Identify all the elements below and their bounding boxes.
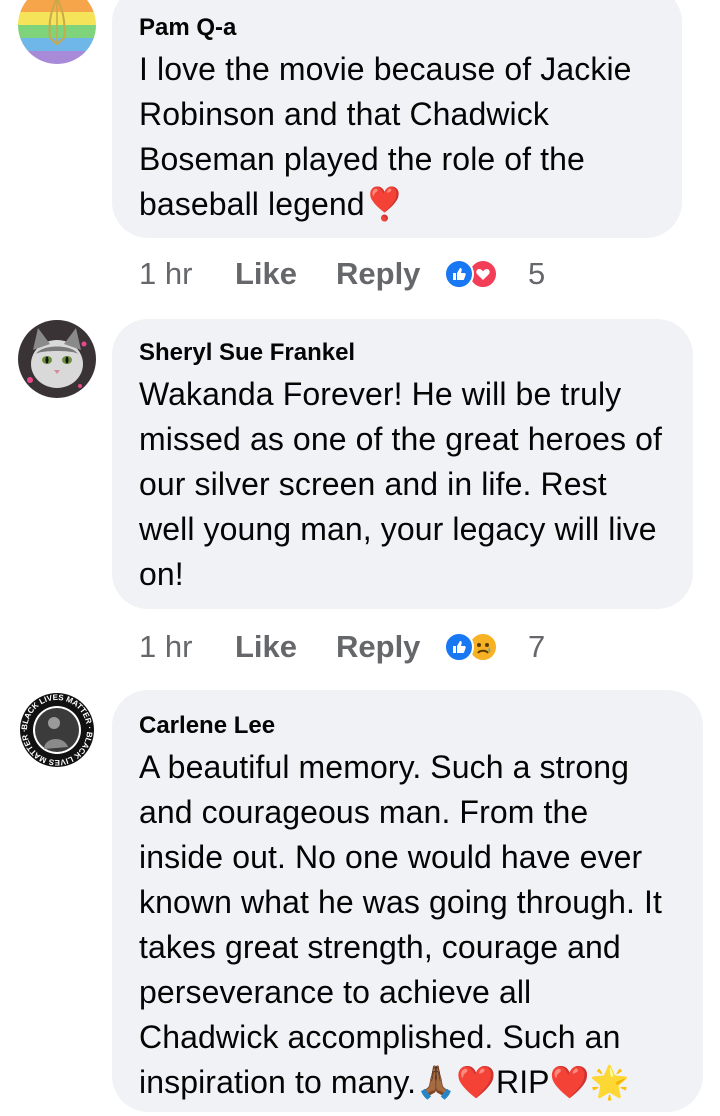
comment-author[interactable]: Carlene Lee: [139, 711, 675, 741]
cat-avatar: [18, 320, 96, 398]
reactions-summary[interactable]: [444, 257, 508, 291]
like-reaction-icon: [444, 259, 474, 289]
like-button[interactable]: Like: [235, 256, 336, 292]
comment-timestamp[interactable]: 1 hr: [139, 256, 235, 292]
comment-actions: 1 hr Like Reply 7: [139, 627, 545, 667]
comment-text: I love the movie because of Jackie Robin…: [139, 51, 632, 222]
comment-bubble: Carlene Lee A beautiful memory. Such a s…: [112, 690, 703, 1112]
avatar[interactable]: [18, 0, 96, 64]
comment-bubble: Sheryl Sue Frankel Wakanda Forever! He w…: [112, 319, 693, 609]
avatar[interactable]: [18, 320, 96, 398]
comment-bubble: Pam Q-a I love the movie because of Jack…: [112, 0, 682, 238]
comment-timestamp[interactable]: 1 hr: [139, 629, 235, 665]
rainbow-praying-hands-avatar: [18, 0, 96, 64]
like-reaction-icon: [444, 632, 474, 662]
comment-actions: 1 hr Like Reply 5: [139, 254, 545, 294]
reply-button[interactable]: Reply: [336, 256, 444, 292]
avatar[interactable]: BLACK LIVES MATTER · BLACK LIVES MATTER …: [18, 691, 96, 769]
comment-text: Wakanda Forever! He will be truly missed…: [139, 376, 663, 592]
comment-author[interactable]: Sheryl Sue Frankel: [139, 338, 665, 368]
reaction-count[interactable]: 5: [528, 256, 545, 292]
reaction-count[interactable]: 7: [528, 629, 545, 665]
like-button[interactable]: Like: [235, 629, 336, 665]
comment-author[interactable]: Pam Q-a: [139, 13, 654, 43]
reply-button[interactable]: Reply: [336, 629, 444, 665]
comment-text: A beautiful memory. Such a strong and co…: [139, 749, 662, 1100]
black-lives-matter-avatar: BLACK LIVES MATTER · BLACK LIVES MATTER …: [19, 692, 95, 768]
reactions-summary[interactable]: [444, 630, 508, 664]
